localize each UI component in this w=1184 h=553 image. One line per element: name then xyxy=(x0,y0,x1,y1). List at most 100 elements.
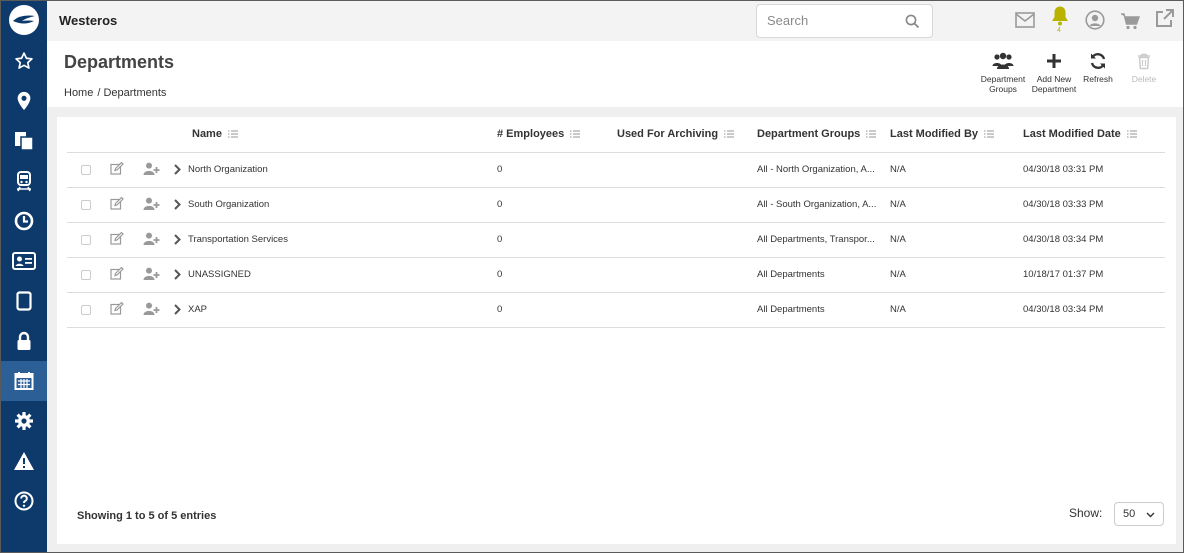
entries-summary: Showing 1 to 5 of 5 entries xyxy=(77,510,217,522)
chevron-right-icon[interactable] xyxy=(174,304,181,315)
column-menu-icon[interactable] xyxy=(1126,130,1137,138)
chevron-right-icon[interactable] xyxy=(174,234,181,245)
sidebar-item-documents[interactable] xyxy=(1,121,47,161)
edit-icon[interactable] xyxy=(110,231,124,245)
table-row[interactable]: UNASSIGNED 0 All Departments N/A 10/18/1… xyxy=(67,257,1165,293)
bell-icon[interactable] xyxy=(1050,5,1070,27)
breadcrumb-current: / Departments xyxy=(97,87,167,99)
last-modified-date: 04/30/18 03:31 PM xyxy=(1023,152,1165,188)
edit-icon[interactable] xyxy=(110,161,124,175)
search-box[interactable] xyxy=(756,4,933,38)
department-name[interactable]: South Organization xyxy=(188,199,269,210)
department-name[interactable]: UNASSIGNED xyxy=(188,269,251,280)
sidebar-item-settings[interactable] xyxy=(1,401,47,441)
app-logo[interactable] xyxy=(9,5,39,35)
search-input[interactable] xyxy=(767,13,897,28)
column-header-department-groups[interactable]: Department Groups xyxy=(757,117,890,153)
add-user-icon[interactable] xyxy=(143,302,160,315)
last-modified-by: N/A xyxy=(890,152,1023,188)
refresh-icon xyxy=(1090,53,1106,69)
column-menu-icon[interactable] xyxy=(866,130,877,138)
row-checkbox[interactable] xyxy=(81,304,91,315)
chevron-right-icon[interactable] xyxy=(174,164,181,175)
column-header-archiving[interactable]: Used For Archiving xyxy=(617,117,757,153)
sidebar-item-security[interactable] xyxy=(1,321,47,361)
add-department-button[interactable]: Add New Department xyxy=(1030,51,1078,94)
page-size-label: Show: xyxy=(1069,506,1103,520)
mail-icon[interactable] xyxy=(1015,12,1035,28)
table-row[interactable]: XAP 0 All Departments N/A 04/30/18 03:34… xyxy=(67,292,1165,328)
delete-button[interactable]: Delete xyxy=(1127,51,1161,84)
sidebar-item-help[interactable] xyxy=(1,481,47,521)
column-header-employees[interactable]: # Employees xyxy=(497,117,617,153)
departments-panel: Name # Employees Used For Archiving Depa… xyxy=(57,117,1176,544)
tablet-icon xyxy=(16,291,32,311)
edit-icon[interactable] xyxy=(110,301,124,315)
department-name[interactable]: Transportation Services xyxy=(188,234,288,245)
search-icon[interactable] xyxy=(905,14,920,29)
page-size-select[interactable]: 50 xyxy=(1114,502,1164,526)
column-menu-icon[interactable] xyxy=(724,130,735,138)
breadcrumb-home[interactable]: Home xyxy=(64,87,93,99)
sidebar xyxy=(1,1,47,552)
page-title: Departments xyxy=(64,52,175,72)
employee-count: 0 xyxy=(497,292,617,328)
row-checkbox[interactable] xyxy=(81,269,91,280)
sidebar-item-time[interactable] xyxy=(1,201,47,241)
cart-icon[interactable] xyxy=(1120,12,1140,30)
column-header-modified-by[interactable]: Last Modified By xyxy=(890,117,1023,153)
chevron-right-icon[interactable] xyxy=(174,199,181,210)
add-user-icon[interactable] xyxy=(143,197,160,210)
edit-icon[interactable] xyxy=(110,196,124,210)
department-name[interactable]: XAP xyxy=(188,304,207,315)
sidebar-item-alerts[interactable] xyxy=(1,441,47,481)
add-user-icon[interactable] xyxy=(143,162,160,175)
help-icon xyxy=(14,491,34,511)
department-name[interactable]: North Organization xyxy=(188,164,268,175)
last-modified-by: N/A xyxy=(890,257,1023,293)
add-user-icon[interactable] xyxy=(143,232,160,245)
department-groups: All Departments xyxy=(757,268,825,280)
user-circle-icon[interactable] xyxy=(1085,10,1105,30)
departments-table: Name # Employees Used For Archiving Depa… xyxy=(67,117,1165,328)
sidebar-item-transit[interactable] xyxy=(1,161,47,201)
row-checkbox[interactable] xyxy=(81,164,91,175)
row-checkbox[interactable] xyxy=(81,199,91,210)
employee-count: 0 xyxy=(497,222,617,258)
column-menu-icon[interactable] xyxy=(227,130,238,138)
column-header-modified-date[interactable]: Last Modified Date xyxy=(1023,117,1165,153)
department-groups-button[interactable]: Department Groups xyxy=(977,51,1029,94)
page-size-value: 50 xyxy=(1123,508,1136,520)
column-menu-icon[interactable] xyxy=(570,130,581,138)
refresh-button[interactable]: Refresh xyxy=(1080,51,1116,84)
add-user-icon[interactable] xyxy=(143,267,160,280)
warning-icon xyxy=(14,452,34,470)
column-menu-icon[interactable] xyxy=(984,130,995,138)
used-for-archiving xyxy=(617,257,757,293)
sidebar-item-locations[interactable] xyxy=(1,81,47,121)
documents-icon xyxy=(15,132,34,151)
row-checkbox[interactable] xyxy=(81,234,91,245)
gear-icon xyxy=(15,412,33,430)
sidebar-item-devices[interactable] xyxy=(1,281,47,321)
department-groups: All Departments, Transpor... xyxy=(757,233,875,245)
external-link-icon[interactable] xyxy=(1154,9,1174,29)
chevron-right-icon[interactable] xyxy=(174,269,181,280)
used-for-archiving xyxy=(617,152,757,188)
edit-icon[interactable] xyxy=(110,266,124,280)
table-row[interactable]: North Organization 0 All - North Organiz… xyxy=(67,152,1165,188)
last-modified-by: N/A xyxy=(890,292,1023,328)
employee-count: 0 xyxy=(497,152,617,188)
table-row[interactable]: South Organization 0 All - South Organiz… xyxy=(67,187,1165,223)
top-bar: Westeros 4 xyxy=(47,1,1183,41)
last-modified-by: N/A xyxy=(890,222,1023,258)
sidebar-item-employees[interactable] xyxy=(1,241,47,281)
id-card-icon xyxy=(12,252,36,270)
sidebar-item-schedule[interactable] xyxy=(1,361,47,401)
last-modified-date: 04/30/18 03:34 PM xyxy=(1023,222,1165,258)
page-header: Departments Home / Departments Department… xyxy=(47,41,1183,107)
column-header-name[interactable]: Name xyxy=(172,117,497,153)
table-row[interactable]: Transportation Services 0 All Department… xyxy=(67,222,1165,258)
department-groups: All - South Organization, A... xyxy=(757,198,877,210)
sidebar-item-favorites[interactable] xyxy=(1,41,47,81)
